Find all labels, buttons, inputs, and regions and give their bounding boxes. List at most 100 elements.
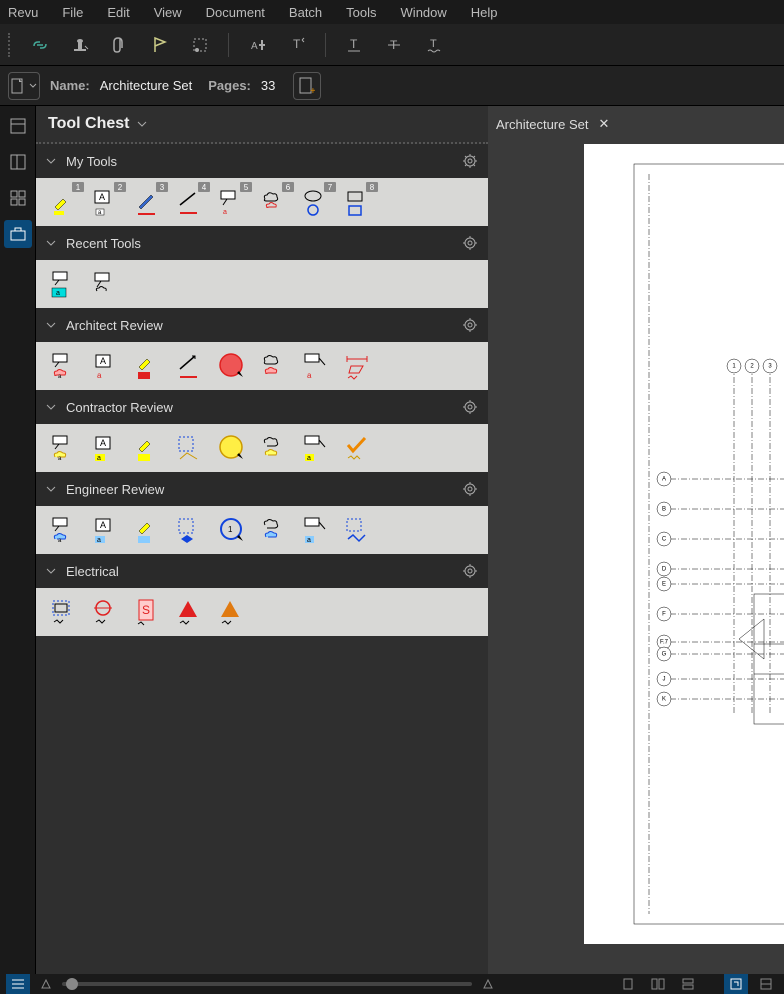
check-yellow-tool[interactable] [340,430,376,466]
svg-text:G: G [662,652,667,658]
menu-edit[interactable]: Edit [107,5,129,20]
polyline-yellow-tool[interactable] [172,430,208,466]
menu-window[interactable]: Window [401,5,447,20]
callout-blue-tool[interactable]: a [46,512,82,548]
thumbnails-icon[interactable] [4,148,32,176]
highlighter-tool[interactable]: 1 [46,184,82,220]
svg-text:a: a [223,209,227,216]
switch-symbol-tool[interactable]: S [130,594,166,630]
gear-icon[interactable] [462,481,478,497]
menu-batch[interactable]: Batch [289,5,322,20]
section-header-contractor[interactable]: Contractor Review [36,390,488,424]
underline-tool-icon[interactable]: T [342,33,366,57]
highlighter-yellow-tool[interactable] [130,430,166,466]
svg-text:a: a [307,455,311,462]
viewer-tab-title[interactable]: Architecture Set [496,117,589,132]
panel-title: Tool Chest [48,115,129,133]
callout-red-tool[interactable]: a [46,348,82,384]
highlighter-blue-tool[interactable] [130,512,166,548]
split-horizontal-icon[interactable] [676,974,700,994]
arrow-red-tool[interactable] [172,348,208,384]
zoom-out-icon[interactable] [40,978,52,990]
ellipse-blue-tool[interactable]: 1 [214,512,250,548]
document-icon[interactable] [8,72,40,100]
callout-tool[interactable]: a5 [214,184,250,220]
chevron-down-icon [46,320,56,330]
cloud-yellow-tool[interactable] [256,430,292,466]
zoom-in-icon[interactable] [482,978,494,990]
zoom-slider[interactable] [62,982,472,986]
cloud-tool[interactable]: 6 [256,184,292,220]
ellipse-filled-yellow-tool[interactable] [214,430,250,466]
section-header-recent[interactable]: Recent Tools [36,226,488,260]
callout-yellow-tool[interactable]: a [46,430,82,466]
rectangle-tool[interactable]: 8 [340,184,376,220]
measure-blue-tool[interactable] [340,512,376,548]
hyperlink-tool-icon[interactable] [28,33,52,57]
single-page-icon[interactable] [616,974,640,994]
gear-icon[interactable] [462,563,478,579]
menu-revu[interactable]: Revu [8,5,38,20]
attachment-tool-icon[interactable] [108,33,132,57]
tool-badge: 6 [282,182,294,192]
menu-file[interactable]: File [62,5,83,20]
menu-document[interactable]: Document [206,5,265,20]
lasso-tool-icon[interactable] [188,33,212,57]
gear-icon[interactable] [462,153,478,169]
menu-view[interactable]: View [154,5,182,20]
outlet-symbol-tool[interactable] [88,594,124,630]
flag-tool-icon[interactable] [148,33,172,57]
callout-cyan-tool[interactable]: a [46,266,82,302]
add-page-button[interactable]: + [293,72,321,100]
textbox-tool-icon[interactable]: A [245,33,269,57]
cloud-blue-tool[interactable] [256,512,292,548]
callout-plain-tool[interactable] [88,266,124,302]
zoom-thumb[interactable] [66,978,78,990]
gear-icon[interactable] [462,317,478,333]
gear-icon[interactable] [462,235,478,251]
svg-text:J: J [663,677,666,683]
leader-red-tool[interactable]: a [298,348,334,384]
textbox-yellow-tool[interactable]: Aa [88,430,124,466]
ellipse-filled-red-tool[interactable] [214,348,250,384]
tool-chest-icon[interactable] [4,220,32,248]
leader-yellow-tool[interactable]: a [298,430,334,466]
panel-symbol-tool[interactable] [46,594,82,630]
file-access-icon[interactable] [4,112,32,140]
split-vertical-icon[interactable] [646,974,670,994]
tool-row-architect: a Aa a [36,342,488,390]
svg-text:a: a [97,537,101,544]
caution-red-tool[interactable] [172,594,208,630]
line-tool[interactable]: 4 [172,184,208,220]
menu-help[interactable]: Help [471,5,498,20]
dimension-red-tool[interactable] [340,348,376,384]
chevron-down-icon[interactable] [137,119,147,129]
section-header-mytools[interactable]: My Tools [36,144,488,178]
separator [228,33,229,57]
document-viewer[interactable]: Architecture Set ✕ 1 2 3 ABCDEFF.7GJK [488,106,784,974]
leader-blue-tool[interactable]: a [298,512,334,548]
section-header-engineer[interactable]: Engineer Review [36,472,488,506]
caution-orange-tool[interactable] [214,594,250,630]
highlighter-redblock-tool[interactable] [130,348,166,384]
textbox-blue-tool[interactable]: Aa [88,512,124,548]
panel-list-icon[interactable] [6,974,30,994]
fit-width-icon[interactable] [754,974,778,994]
stamp-tool-icon[interactable] [68,33,92,57]
cloud-red-tool[interactable] [256,348,292,384]
section-header-electrical[interactable]: Electrical [36,554,488,588]
menu-tools[interactable]: Tools [346,5,376,20]
close-icon[interactable]: ✕ [599,116,610,132]
typewriter-tool-icon[interactable]: T [285,33,309,57]
fit-page-icon[interactable] [724,974,748,994]
squiggly-tool-icon[interactable]: T [422,33,446,57]
ellipse-tool[interactable]: 7 [298,184,334,220]
strikethrough-tool-icon[interactable]: T [382,33,406,57]
section-header-architect[interactable]: Architect Review [36,308,488,342]
pen-tool[interactable]: 3 [130,184,166,220]
gear-icon[interactable] [462,399,478,415]
sets-icon[interactable] [4,184,32,212]
textbox-tool[interactable]: Aa2 [88,184,124,220]
polyline-blue-tool[interactable] [172,512,208,548]
textbox-red-tool[interactable]: Aa [88,348,124,384]
